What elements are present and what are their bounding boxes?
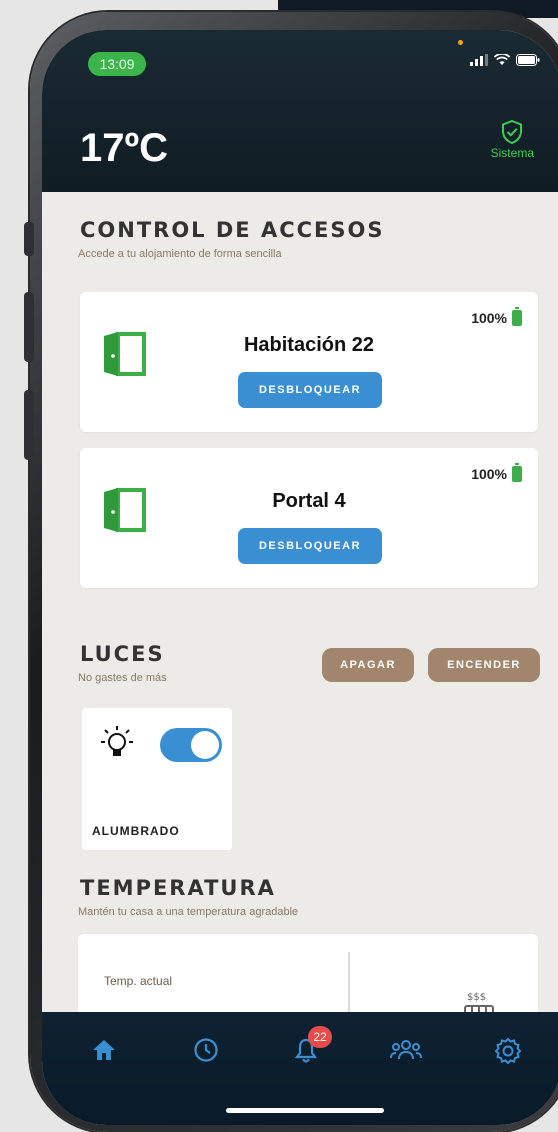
signal-icon [470, 54, 488, 66]
tab-home[interactable] [86, 1032, 122, 1068]
bottom-tab-bar: 22 [42, 1012, 558, 1125]
light-card: ALUMBRADO [82, 708, 232, 850]
lights-off-button[interactable]: APAGAR [322, 648, 414, 682]
battery-level: 100% [471, 466, 507, 482]
door-card: 100% Portal 4 DESBLOQUEAR [80, 448, 538, 588]
lights-title: LUCES [80, 642, 165, 666]
header-bar: 13:09 17ºC Sistema [42, 30, 558, 192]
access-control-title: CONTROL DE ACCESOS [80, 218, 385, 242]
users-icon [390, 1040, 422, 1060]
door-battery: 100% [471, 463, 522, 482]
battery-icon [512, 307, 522, 326]
status-icons [470, 54, 540, 66]
lights-subtitle: No gastes de más [78, 672, 167, 684]
tab-notifications[interactable]: 22 [288, 1026, 332, 1068]
battery-icon [512, 463, 522, 482]
door-card: 100% Habitación 22 DESBLOQUEAR [80, 292, 538, 432]
lights-on-button[interactable]: ENCENDER [428, 648, 540, 682]
system-label: Sistema [490, 146, 534, 160]
tab-settings[interactable] [490, 1032, 526, 1068]
system-status-button[interactable]: Sistema [491, 120, 534, 160]
battery-status-icon [516, 54, 540, 66]
app-screen: 13:09 17ºC Sistema CONTROL DE ACCESOS Ac… [42, 30, 558, 1125]
privacy-indicator-dot [458, 40, 463, 45]
light-toggle[interactable] [160, 728, 222, 762]
tab-history[interactable] [188, 1032, 224, 1068]
current-temperature: 17ºC [80, 126, 168, 170]
door-name: Portal 4 [272, 490, 346, 512]
access-control-subtitle: Accede a tu alojamiento de forma sencill… [78, 248, 282, 260]
notification-badge: 22 [308, 1026, 332, 1048]
gear-icon [494, 1037, 522, 1064]
shield-check-icon [502, 120, 523, 144]
home-icon [93, 1040, 115, 1060]
phone-mute-switch [24, 222, 34, 256]
temperature-subtitle: Mantén tu casa a una temperatura agradab… [78, 906, 299, 918]
battery-level: 100% [471, 310, 507, 326]
door-name: Habitación 22 [243, 334, 375, 356]
phone-volume-up [24, 292, 34, 362]
lightbulb-icon [101, 726, 133, 756]
tab-users[interactable] [388, 1032, 424, 1068]
wifi-icon [494, 54, 510, 65]
unlock-button[interactable]: DESBLOQUEAR [238, 372, 382, 408]
home-indicator[interactable] [226, 1108, 384, 1113]
unlock-button[interactable]: DESBLOQUEAR [238, 528, 382, 564]
temperature-title: TEMPERATURA [80, 876, 276, 900]
status-time: 13:09 [88, 52, 146, 76]
phone-volume-down [24, 390, 34, 460]
light-label: ALUMBRADO [92, 824, 180, 838]
clock-icon [194, 1038, 218, 1062]
current-temp-label: Temp. actual [104, 974, 173, 988]
door-battery: 100% [471, 307, 522, 326]
svg-text:$$$: $$$ [467, 992, 486, 1003]
